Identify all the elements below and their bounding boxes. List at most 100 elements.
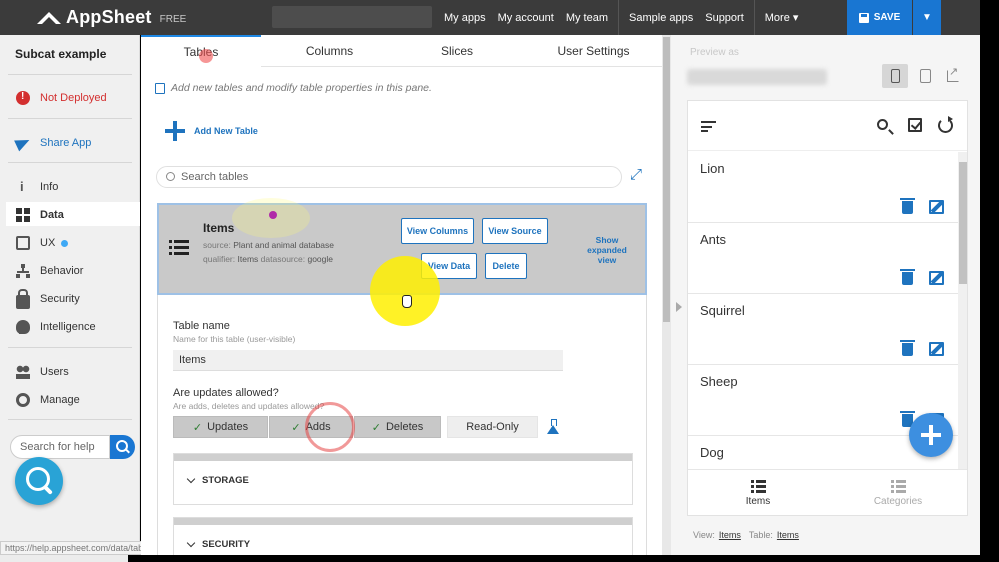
- flask-icon[interactable]: [546, 419, 560, 435]
- edit-icon[interactable]: [929, 342, 944, 356]
- blurred-region: [272, 6, 432, 28]
- datasource-value: google: [307, 254, 333, 264]
- save-options-chevron-down-icon[interactable]: ▼: [913, 0, 941, 35]
- sidebar-item-info[interactable]: Info: [16, 177, 58, 197]
- security-section[interactable]: SECURITY: [173, 517, 633, 555]
- tablet-view-button[interactable]: [912, 64, 938, 88]
- app-title: Subcat example: [15, 47, 107, 61]
- search-icon[interactable]: [877, 119, 888, 130]
- list-icon: [750, 480, 766, 493]
- show-expanded-view-link[interactable]: Show expanded view: [579, 235, 635, 265]
- table-name-input[interactable]: Items: [173, 350, 563, 371]
- sidebar-item-behavior[interactable]: Behavior: [16, 261, 83, 281]
- check-icon: ✓: [192, 421, 203, 434]
- trash-icon[interactable]: [900, 269, 915, 285]
- lightbulb-icon: [16, 320, 30, 334]
- list-item[interactable]: Lion: [688, 152, 958, 223]
- sidebar-divider: [8, 118, 132, 119]
- help-search-icon[interactable]: [110, 435, 135, 459]
- scrollbar-thumb[interactable]: [663, 37, 670, 322]
- list-item[interactable]: Ants: [688, 223, 958, 294]
- preview-app-header: [688, 101, 967, 151]
- sidebar-item-ux[interactable]: UX: [16, 233, 69, 253]
- option-label: Updates: [207, 421, 249, 433]
- preview-scrollbar[interactable]: [958, 152, 967, 469]
- sidebar-item-label: Security: [40, 293, 80, 305]
- sidebar-item-security[interactable]: Security: [16, 288, 80, 309]
- popout-button[interactable]: [940, 64, 966, 88]
- sync-icon[interactable]: [938, 116, 953, 133]
- table-meta: source: Plant and animal database qualif…: [203, 238, 368, 266]
- scrollbar-thumb[interactable]: [959, 162, 967, 284]
- check-icon: ✓: [291, 421, 301, 434]
- view-label: View:: [693, 530, 715, 540]
- nav-more-menu[interactable]: More: [759, 11, 805, 24]
- trash-icon[interactable]: [900, 198, 915, 214]
- status-bar-url: https://help.appsheet.com/data/tables: [0, 541, 160, 555]
- sidebar-item-share-app[interactable]: Share App: [16, 133, 91, 153]
- share-app-label: Share App: [40, 137, 92, 149]
- tab-slices[interactable]: Slices: [398, 35, 516, 67]
- checkbox-select-icon[interactable]: [908, 118, 922, 132]
- bottom-nav-items[interactable]: Items: [688, 470, 828, 515]
- plus-icon: [165, 121, 185, 141]
- section-label: SECURITY: [202, 539, 251, 550]
- add-item-plus-icon[interactable]: [909, 413, 953, 457]
- phone-view-button[interactable]: [882, 64, 908, 88]
- tab-columns[interactable]: Columns: [261, 35, 398, 67]
- table-link[interactable]: Items: [777, 530, 799, 540]
- storage-section[interactable]: STORAGE: [173, 453, 633, 505]
- option-deletes[interactable]: ✓ Deletes: [354, 416, 441, 438]
- phone-preview: Lion Ants Squirrel Sheep Dog Items Categ…: [687, 100, 968, 516]
- add-new-table-label: Add New Table: [194, 126, 258, 136]
- nav-my-account[interactable]: My account: [492, 12, 560, 24]
- bottom-nav-label: Items: [745, 496, 771, 507]
- search-tables-input[interactable]: Search tables: [156, 166, 622, 188]
- help-search-input[interactable]: Search for help: [10, 435, 110, 459]
- view-link[interactable]: Items: [719, 530, 741, 540]
- table-name-help: Name for this table (user-visible): [173, 334, 296, 344]
- sidebar-item-manage[interactable]: Manage: [16, 390, 80, 410]
- sidebar-item-intelligence[interactable]: Intelligence: [16, 317, 96, 337]
- data-grid-icon: [16, 208, 30, 222]
- nav-my-team[interactable]: My team: [560, 12, 614, 24]
- sidebar-item-deploy-status[interactable]: Not Deployed: [16, 88, 107, 108]
- appsheet-logo[interactable]: AppSheet FREE: [0, 7, 186, 28]
- delete-table-button[interactable]: Delete: [485, 253, 527, 279]
- list-item-title: Squirrel: [700, 303, 745, 318]
- top-bar: AppSheet FREE My apps My account My team…: [0, 0, 980, 35]
- nav-support[interactable]: Support: [699, 12, 750, 24]
- trash-icon[interactable]: [900, 340, 915, 356]
- pane-splitter[interactable]: [671, 35, 687, 555]
- section-header-bar: [174, 454, 632, 461]
- tab-user-settings[interactable]: User Settings: [516, 35, 671, 67]
- preview-pane: Preview as Lion Ants S: [687, 35, 980, 555]
- preview-list: Lion Ants Squirrel Sheep Dog: [688, 152, 958, 507]
- data-pane-scrollbar[interactable]: [662, 35, 671, 555]
- edit-icon[interactable]: [929, 271, 944, 285]
- view-source-button[interactable]: View Source: [482, 218, 548, 244]
- nav-divider: [753, 0, 755, 35]
- preview-bottom-nav: Items Categories: [688, 469, 967, 515]
- bottom-nav-categories[interactable]: Categories: [828, 470, 967, 515]
- help-fab-search-icon[interactable]: [15, 457, 63, 505]
- view-columns-button[interactable]: View Columns: [401, 218, 474, 244]
- edit-icon[interactable]: [929, 200, 944, 214]
- sort-icon[interactable]: [701, 121, 716, 132]
- expand-all-icon[interactable]: [630, 166, 644, 183]
- nav-sample-apps[interactable]: Sample apps: [623, 12, 699, 24]
- top-nav: My apps My account My team Sample apps S…: [438, 0, 804, 35]
- list-item[interactable]: Squirrel: [688, 294, 958, 365]
- save-button[interactable]: SAVE: [847, 0, 912, 35]
- list-item-title: Dog: [700, 445, 724, 460]
- option-updates[interactable]: ✓ Updates: [173, 416, 268, 438]
- sidebar-item-users[interactable]: Users: [16, 362, 69, 382]
- ux-notification-dot: [61, 239, 69, 247]
- table-name: Items: [203, 221, 235, 235]
- add-new-table-button[interactable]: Add New Table: [165, 121, 258, 141]
- sidebar-item-data[interactable]: Data: [16, 205, 64, 225]
- qualifier-value: Items: [237, 254, 259, 264]
- save-label: SAVE: [873, 12, 901, 23]
- option-read-only[interactable]: Read-Only: [447, 416, 538, 438]
- nav-my-apps[interactable]: My apps: [438, 12, 492, 24]
